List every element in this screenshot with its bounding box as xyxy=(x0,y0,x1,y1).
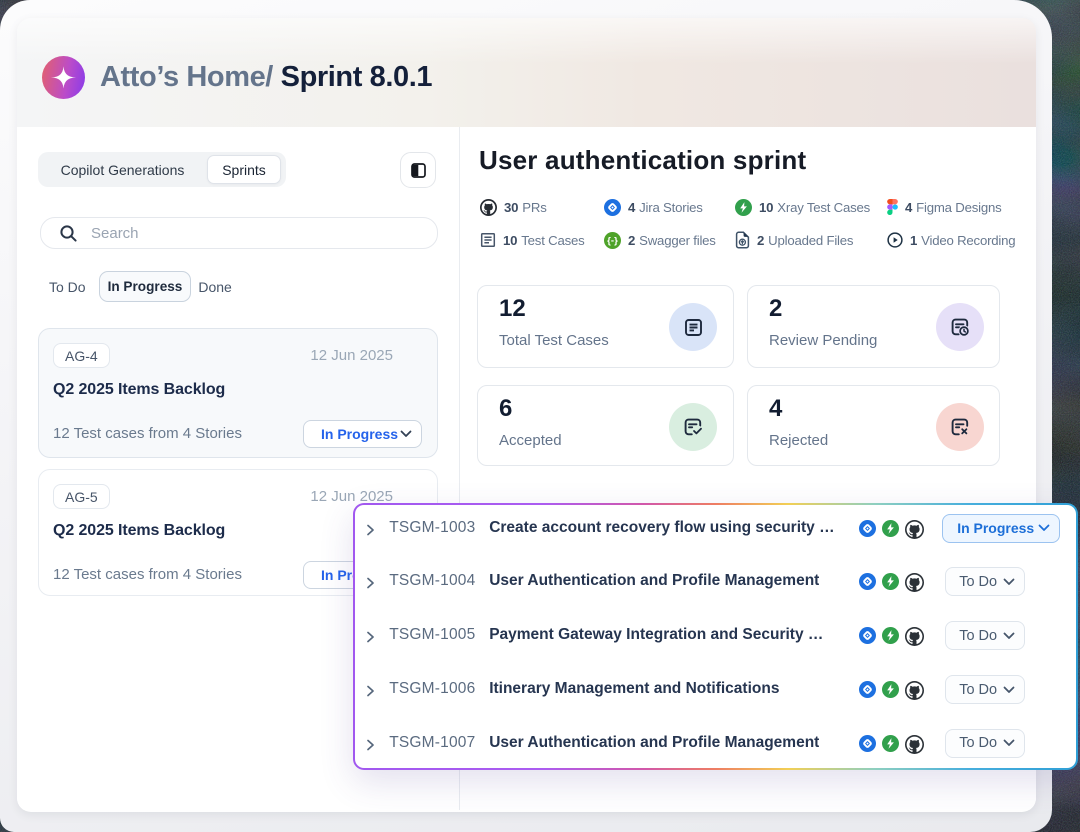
svg-text:{-}: {-} xyxy=(607,235,618,246)
